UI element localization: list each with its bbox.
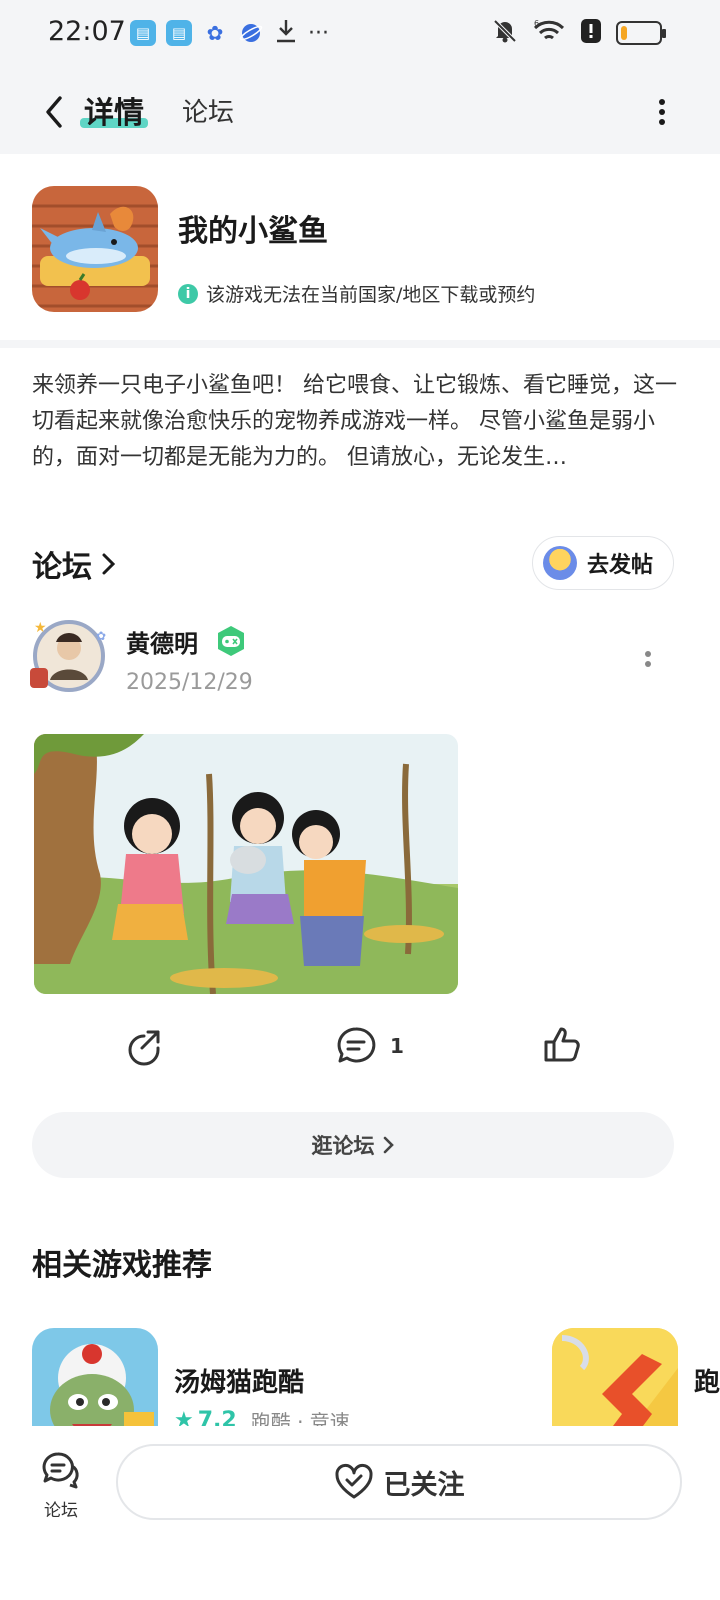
forum-chat-icon <box>42 1452 79 1489</box>
tab-detail[interactable]: 详情 <box>84 88 144 132</box>
book-app-icon-2: ▤ <box>166 20 192 46</box>
post-more-icon[interactable] <box>640 646 656 672</box>
planet-icon <box>238 20 264 46</box>
game-icon-image <box>32 186 158 312</box>
svg-text:6: 6 <box>534 19 539 28</box>
more-vertical-icon[interactable] <box>652 92 672 132</box>
comment-count: 1 <box>390 1034 404 1058</box>
alert-icon <box>580 18 602 48</box>
post-image[interactable] <box>34 734 458 994</box>
game-header: 我的小鲨鱼 i 该游戏无法在当前国家/地区下载或预约 <box>0 154 720 340</box>
gamepad-badge-icon <box>214 624 248 658</box>
mute-bell-icon <box>492 18 518 48</box>
wifi-icon: 6 <box>532 18 566 48</box>
share-icon[interactable] <box>122 1024 166 1068</box>
baidu-paw-icon: ✿ <box>206 21 224 45</box>
notification-icons: ▤ ▤ ✿ ··· <box>130 18 329 48</box>
back-arrow-icon[interactable] <box>36 92 76 132</box>
section-divider <box>0 340 720 348</box>
comment-button[interactable]: 1 <box>334 1024 404 1068</box>
browse-forum-label: 逛论坛 <box>311 1134 375 1158</box>
forum-section-title-text: 论坛 <box>32 550 92 585</box>
create-post-label: 去发帖 <box>587 553 654 578</box>
bottom-bar: 论坛 已关注 <box>0 1426 720 1600</box>
heart-check-icon <box>334 1464 373 1499</box>
battery-level-fill <box>621 26 627 40</box>
svg-text:★: ★ <box>34 620 47 636</box>
browse-forum-button[interactable]: 逛论坛 <box>32 1112 674 1178</box>
rec-game-name-2[interactable]: 跑 <box>694 1362 720 1399</box>
nav-header: 详情 论坛 <box>0 70 720 154</box>
forum-section-title[interactable]: 论坛 <box>32 542 118 586</box>
like-icon[interactable] <box>540 1022 584 1066</box>
rec-game-name[interactable]: 汤姆猫跑酷 <box>174 1362 304 1399</box>
comment-icon <box>337 1027 376 1063</box>
game-title: 我的小鲨鱼 <box>178 214 328 249</box>
game-description[interactable]: 来领养一只电子小鲨鱼吧！ 给它喂食、让它锻炼、看它睡觉，这一切看起来就像治愈快乐… <box>32 368 684 476</box>
status-time: 22:07 <box>48 16 126 47</box>
chevron-right-icon <box>383 1136 394 1154</box>
user-avatar-icon <box>543 546 577 580</box>
chevron-right-icon <box>102 553 116 575</box>
info-icon: i <box>178 283 198 304</box>
create-post-button[interactable]: 去发帖 <box>532 536 674 590</box>
recommendations-title: 相关游戏推荐 <box>32 1248 212 1283</box>
author-name[interactable]: 黄德明 <box>126 624 198 659</box>
author-avatar[interactable]: ★ ✿ <box>26 618 112 694</box>
post-date: 2025/12/29 <box>126 670 253 695</box>
availability-notice: i 该游戏无法在当前国家/地区下载或预约 <box>178 280 535 307</box>
status-bar: 22:07 ▤ ▤ ✿ ··· 6 <box>0 0 720 70</box>
download-icon <box>274 18 298 48</box>
follow-label: 已关注 <box>383 1469 465 1501</box>
follow-button[interactable]: 已关注 <box>116 1444 682 1520</box>
battery-icon <box>616 21 666 45</box>
book-app-icon: ▤ <box>130 20 156 46</box>
system-icons: 6 <box>492 18 666 48</box>
availability-notice-text: 该游戏无法在当前国家/地区下载或预约 <box>206 284 536 306</box>
bottom-forum-label: 论坛 <box>44 1501 78 1521</box>
svg-text:✿: ✿ <box>96 629 106 643</box>
bottom-forum-button[interactable]: 论坛 <box>36 1450 86 1521</box>
more-notifications-icon: ··· <box>308 20 329 46</box>
tab-forum[interactable]: 论坛 <box>182 92 234 129</box>
